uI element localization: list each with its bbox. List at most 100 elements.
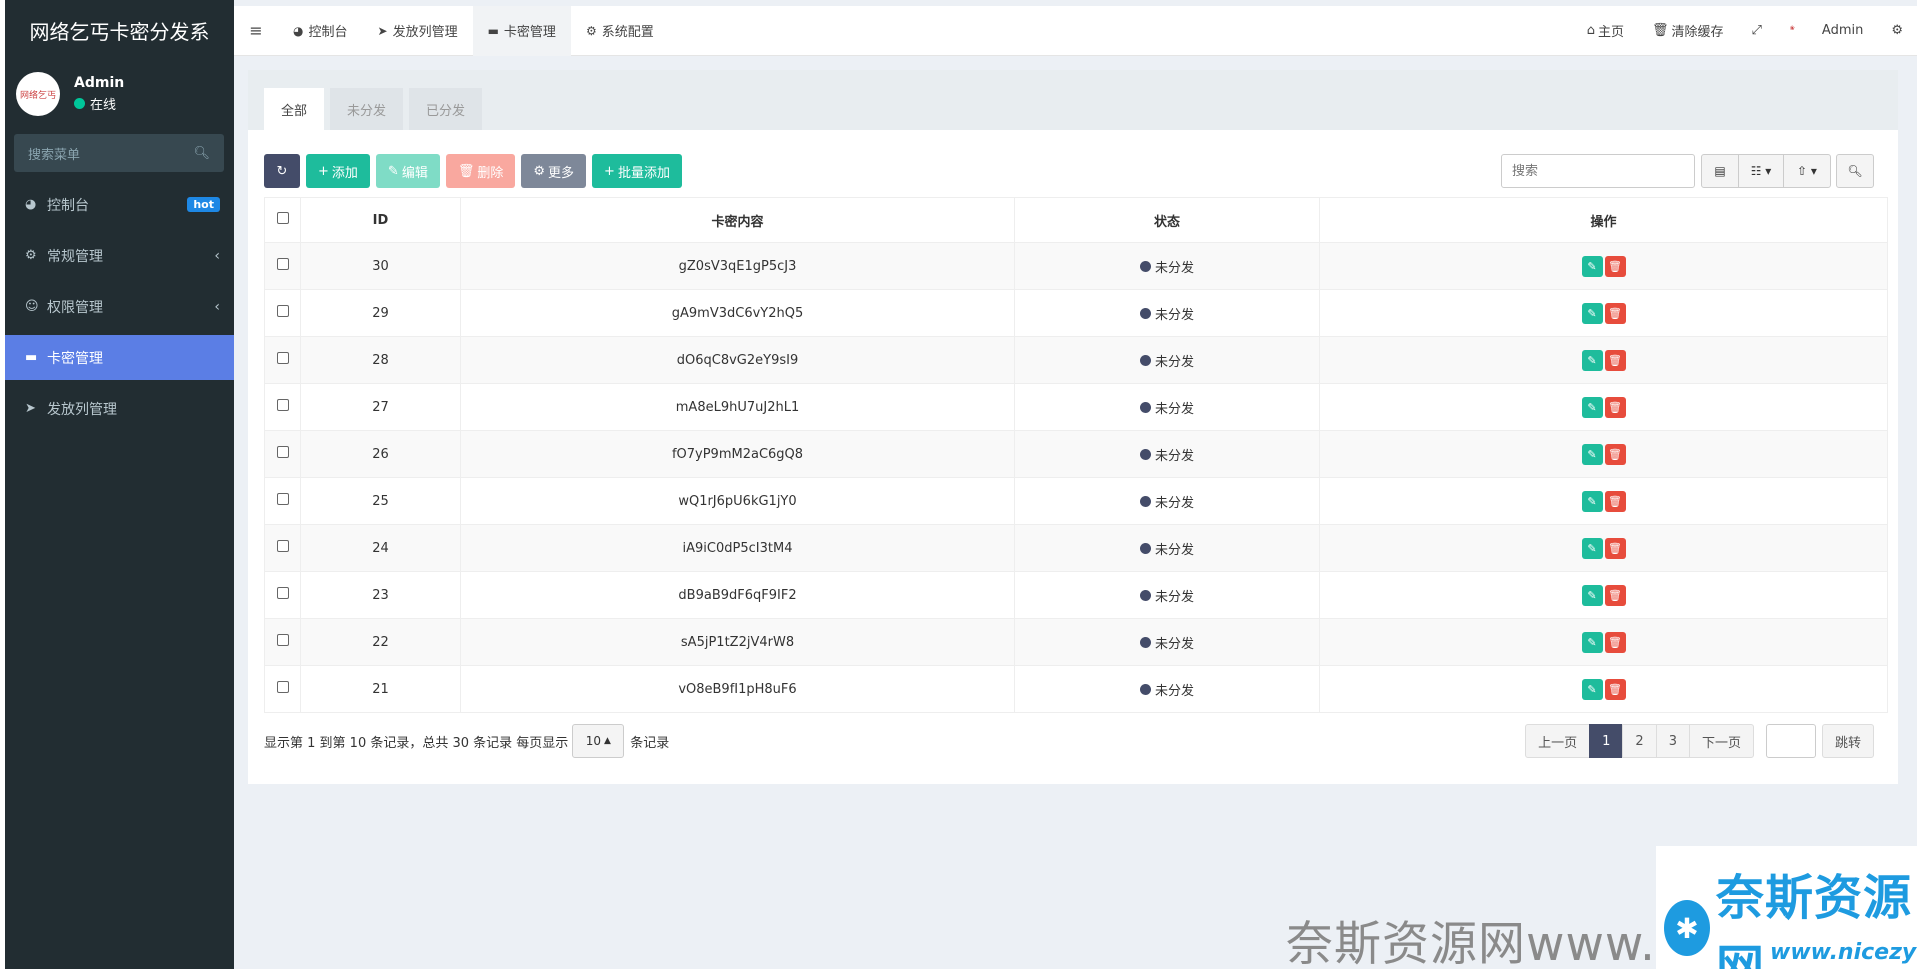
column-header-content[interactable]: 卡密内容 (460, 197, 1015, 243)
delete-row-button[interactable]: 🗑︎ (1604, 537, 1626, 559)
watermark-url: www.nicezyw.com (1770, 940, 1917, 965)
filter-tab-all[interactable]: 全部 (264, 88, 325, 130)
settings-gear-icon[interactable]: ⚙ (1877, 23, 1917, 38)
network-hub-icon: ✱ (1664, 900, 1710, 956)
user-status: 在线 (74, 94, 124, 113)
next-page-button[interactable]: 下一页 (1688, 724, 1754, 758)
edit-button[interactable]: ✎ 编辑 (375, 154, 440, 188)
search-icon[interactable]: 🔍︎ (1836, 154, 1874, 188)
filter-tab-distributed[interactable]: 已分发 (409, 88, 483, 130)
edit-row-button[interactable]: ✎ (1581, 349, 1603, 371)
add-label: 添加 (331, 165, 358, 181)
table-row[interactable]: 30 gZ0sV3qE1gP5cJ3 未分发 ✎ 🗑︎ (264, 242, 1888, 290)
cell-actions: ✎ 🗑︎ (1319, 383, 1888, 431)
delete-button[interactable]: 🗑︎ 删除 (445, 154, 516, 188)
page-button[interactable]: 3 (1655, 724, 1690, 758)
tab-label: 系统配置 (601, 25, 654, 40)
export-dropdown-icon[interactable]: ⇧ ▾ (1783, 154, 1831, 188)
edit-row-button[interactable]: ✎ (1581, 396, 1603, 418)
filter-tabs: 全部 未分发 已分发 (248, 70, 1898, 130)
row-checkbox[interactable] (276, 352, 289, 364)
column-header-status[interactable]: 状态 (1014, 197, 1320, 243)
row-checkbox[interactable] (276, 258, 289, 270)
card-icon: ▬ (25, 350, 38, 365)
jump-button[interactable]: 跳转 (1821, 724, 1874, 758)
edit-row-button[interactable]: ✎ (1581, 678, 1603, 700)
status-label: 未分发 (1154, 542, 1194, 558)
row-checkbox[interactable] (276, 681, 289, 693)
edit-row-button[interactable]: ✎ (1581, 443, 1603, 465)
row-checkbox[interactable] (276, 446, 289, 458)
status-badge: 未分发 (1139, 586, 1194, 605)
table-row[interactable]: 23 dB9aB9dF6qF9IF2 未分发 ✎ 🗑︎ (264, 571, 1888, 619)
column-header-id[interactable]: ID (300, 197, 461, 243)
status-label: 未分发 (1154, 260, 1194, 276)
delete-row-button[interactable]: 🗑︎ (1604, 302, 1626, 324)
edit-row-button[interactable]: ✎ (1581, 302, 1603, 324)
table-row[interactable]: 29 gA9mV3dC6vY2hQ5 未分发 ✎ 🗑︎ (264, 289, 1888, 337)
edit-row-button[interactable]: ✎ (1581, 255, 1603, 277)
table-row[interactable]: 24 iA9iC0dP5cI3tM4 未分发 ✎ 🗑︎ (264, 524, 1888, 572)
filter-tab-undistributed[interactable]: 未分发 (330, 88, 404, 130)
cell-status: 未分发 (1014, 383, 1320, 431)
sidebar-item-dashboard[interactable]: ◕ 控制台 hot (5, 182, 234, 227)
row-checkbox[interactable] (276, 493, 289, 505)
delete-row-button[interactable]: 🗑︎ (1604, 349, 1626, 371)
delete-row-button[interactable]: 🗑︎ (1604, 396, 1626, 418)
user-menu[interactable]: ❀ Admin (1776, 23, 1877, 38)
table-search-input[interactable] (1501, 154, 1695, 188)
refresh-button[interactable]: ↻ (264, 154, 300, 188)
delete-row-button[interactable]: 🗑︎ (1604, 490, 1626, 512)
app-title[interactable]: 网络乞丐卡密分发系 (0, 0, 234, 60)
edit-row-button[interactable]: ✎ (1581, 631, 1603, 653)
clear-cache-button[interactable]: 🗑︎ 清除缓存 (1638, 21, 1738, 40)
sidebar-search-input[interactable]: 搜索菜单 🔍︎ (14, 134, 224, 172)
page-size-select[interactable]: 10 ▲ (572, 724, 625, 758)
columns-dropdown-icon[interactable]: ☷ ▾ (1738, 154, 1784, 188)
sidebar-item-permissions[interactable]: ☺ 权限管理 ‹ (5, 284, 234, 329)
row-checkbox[interactable] (276, 305, 289, 317)
table-row[interactable]: 22 sA5jP1tZ2jV4rW8 未分发 ✎ 🗑︎ (264, 618, 1888, 666)
sidebar-item-cards[interactable]: ▬ 卡密管理 (5, 335, 234, 380)
status-dot-icon (1139, 589, 1151, 601)
batch-add-button[interactable]: + 批量添加 (592, 154, 682, 188)
jump-page-input[interactable] (1765, 724, 1816, 758)
table-row[interactable]: 28 dO6qC8vG2eY9sI9 未分发 ✎ 🗑︎ (264, 336, 1888, 384)
cell-id: 23 (300, 571, 461, 619)
delete-row-button[interactable]: 🗑︎ (1604, 255, 1626, 277)
tab-dashboard[interactable]: ◕ 控制台 (278, 6, 363, 56)
sidebar-item-distribution[interactable]: ➤ 发放列管理 (5, 386, 234, 431)
row-checkbox[interactable] (276, 399, 289, 411)
delete-row-button[interactable]: 🗑︎ (1604, 678, 1626, 700)
table-row[interactable]: 25 wQ1rJ6pU6kG1jY0 未分发 ✎ 🗑︎ (264, 477, 1888, 525)
fullscreen-icon[interactable]: ⤢ (1738, 23, 1776, 38)
edit-row-button[interactable]: ✎ (1581, 490, 1603, 512)
menu-toggle-icon[interactable]: ≡ (234, 21, 278, 40)
home-link[interactable]: ⌂ 主页 (1573, 21, 1638, 40)
toggle-view-icon[interactable]: ▤ (1701, 154, 1739, 188)
page-button[interactable]: 1 (1589, 724, 1624, 758)
edit-row-button[interactable]: ✎ (1581, 537, 1603, 559)
tab-settings[interactable]: ⚙ 系统配置 (571, 6, 669, 56)
row-checkbox[interactable] (276, 587, 289, 599)
edit-row-button[interactable]: ✎ (1581, 584, 1603, 606)
delete-row-button[interactable]: 🗑︎ (1604, 584, 1626, 606)
cell-status: 未分发 (1014, 430, 1320, 478)
table-row[interactable]: 21 vO8eB9fI1pH8uF6 未分发 ✎ 🗑︎ (264, 665, 1888, 713)
tab-distribution[interactable]: ➤ 发放列管理 (363, 6, 473, 56)
prev-page-button[interactable]: 上一页 (1525, 724, 1591, 758)
tab-cards[interactable]: ▬ 卡密管理 (472, 5, 571, 56)
row-select-cell (264, 524, 301, 572)
more-button[interactable]: ⚙ 更多 (521, 154, 587, 188)
row-checkbox[interactable] (276, 540, 289, 552)
add-button[interactable]: + 添加 (306, 154, 370, 188)
table-row[interactable]: 27 mA8eL9hU7uJ2hL1 未分发 ✎ 🗑︎ (264, 383, 1888, 431)
sidebar-item-general[interactable]: ⚙ 常规管理 ‹ (5, 233, 234, 278)
search-icon[interactable]: 🔍︎ (193, 146, 210, 161)
delete-row-button[interactable]: 🗑︎ (1604, 631, 1626, 653)
select-all-checkbox[interactable] (276, 212, 289, 224)
row-checkbox[interactable] (276, 634, 289, 646)
page-button[interactable]: 2 (1622, 724, 1657, 758)
table-row[interactable]: 26 fO7yP9mM2aC6gQ8 未分发 ✎ 🗑︎ (264, 430, 1888, 478)
delete-row-button[interactable]: 🗑︎ (1604, 443, 1626, 465)
